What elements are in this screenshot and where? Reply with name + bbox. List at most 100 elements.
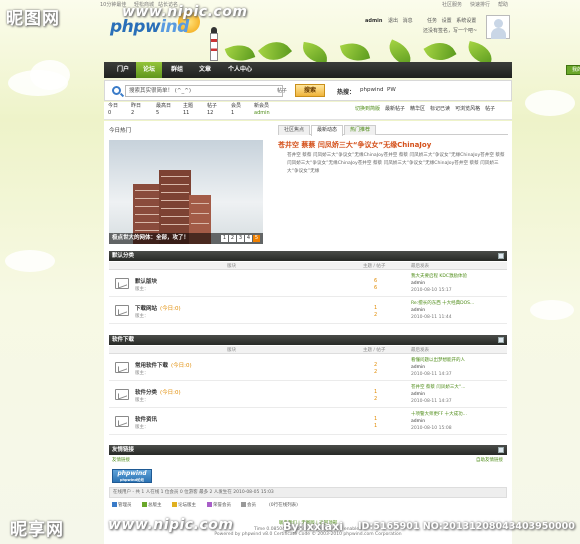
username-link[interactable]: admin [365, 18, 382, 24]
forum-moderator: 版主： [135, 287, 149, 292]
search-type-select[interactable]: 帖子 [277, 87, 287, 94]
legend-super-mod: 总版主 [142, 502, 162, 508]
last-post-title[interactable]: 苍井空 蔡蔡 闫凤娇三大“... [411, 384, 465, 391]
lighthouse-icon [208, 25, 220, 61]
last-post-title[interactable]: 十项警大师更FF 十大成功... [411, 411, 467, 418]
user-avatar[interactable] [486, 15, 510, 39]
search-button[interactable]: 搜索 [295, 84, 325, 97]
forum-row[interactable]: 常用软件下载 (今日:0) 版主： 2 2 看懂问题以出梦想能开的人 admin 20… [109, 355, 507, 381]
collapse-icon[interactable] [498, 337, 504, 343]
quick-channel-button[interactable]: 我的快捷通道 [566, 65, 580, 75]
logo-sub-text: ind [160, 17, 189, 37]
nav-user-center[interactable]: 个人中心 [222, 62, 258, 78]
main-content: 今日热门 极点世大的网体：全部，攻了！ 1 2 3 4 5 社区焦点 最新动态 … [104, 121, 512, 544]
legend-forum-mod: 论坛版主 [172, 502, 196, 508]
top-link[interactable]: 快速排行 [470, 1, 490, 8]
legend-online-list[interactable]: (0行在线列表) [269, 502, 298, 508]
featured-photo[interactable]: 极点世大的网体：全部，攻了！ 1 2 3 4 5 [109, 140, 263, 244]
last-post-user[interactable]: admin [411, 391, 465, 398]
category-title: 软件下载 [112, 337, 135, 343]
sublink-digest[interactable]: 精华区 [410, 106, 425, 112]
phpwind-logo-link[interactable]: phpwind phpwind论坛 [112, 469, 152, 483]
category-header[interactable]: 默认分类 [109, 251, 507, 261]
headline-link[interactable]: 苍井空 蔡蔡 闫凤娇三大“争议女”无缘ChinaJoy [278, 140, 431, 150]
user-link-tasks[interactable]: 任务 [427, 18, 437, 24]
self-service-link[interactable]: 自助友情链接 [476, 457, 503, 463]
nav-portal[interactable]: 门户 [110, 62, 136, 78]
forum-row[interactable]: 默认版块 版主： 6 6 我大夫要启程 KDC激励体验 admin 2010-08-… [109, 271, 507, 297]
last-post-user[interactable]: admin [411, 418, 467, 425]
tab-hot-recommend[interactable]: 热门推荐 [344, 125, 376, 135]
last-post-user[interactable]: admin [411, 307, 474, 314]
last-post-date: 2010-08-11 14:37 [411, 372, 452, 377]
sublink-new-posts[interactable]: 最新帖子 [385, 106, 405, 112]
nav-groups[interactable]: 群组 [164, 62, 190, 78]
forum-name: 常用软件下载 (今日:0) [135, 363, 192, 369]
sublink-posts[interactable]: 帖子 [485, 106, 495, 112]
forum-name: 默认版块 [135, 279, 158, 285]
forum-row[interactable]: 软件分类 (今日:0) 版主： 1 2 苍井空 蔡蔡 闫凤娇三大“... admin… [109, 382, 507, 408]
links-row: 友情链接 自助友情链接 [109, 456, 507, 466]
cloud-decoration [5, 250, 55, 272]
forum-name: 下载网站 (今日:0) [135, 306, 181, 312]
tab-community-focus[interactable]: 社区焦点 [278, 125, 310, 135]
hot-search-term[interactable]: phpwind [360, 87, 383, 93]
forum-status-icon [115, 278, 129, 289]
forum-row[interactable]: 软件资讯 版主： 1 1 十项警大师更FF 十大成功... admin 2010-0… [109, 409, 507, 435]
links-header[interactable]: 友情链接 [109, 445, 507, 455]
forum-posts: 6 [374, 285, 378, 291]
slide-page-3[interactable]: 3 [237, 235, 244, 242]
signature-prompt[interactable]: 还没有签名，写一个吧~ [423, 27, 477, 34]
slide-page-5[interactable]: 5 [253, 235, 260, 242]
collapse-icon[interactable] [498, 253, 504, 259]
nav-forum[interactable]: 论坛 [136, 62, 162, 78]
top-link[interactable]: 社区服务 [442, 1, 462, 8]
forum-last-post: 苍井空 蔡蔡 闫凤娇三大“... admin 2010-08-11 14:37 [411, 384, 465, 405]
tab-latest[interactable]: 最新动态 [311, 125, 343, 136]
last-post-title[interactable]: 看懂问题以出梦想能开的人 [411, 357, 465, 364]
forum-status-icon [115, 416, 129, 427]
forum-posts: 1 [374, 423, 378, 429]
sublink-simple-mode[interactable]: 切换到简版 [355, 106, 380, 112]
slide-page-1[interactable]: 1 [221, 235, 228, 242]
search-input[interactable]: 搜索其实很简单！ (^_^) [125, 85, 283, 97]
slide-page-2[interactable]: 2 [229, 235, 236, 242]
stat-today: 今日 0 [108, 103, 119, 116]
last-post-title[interactable]: Re:擅长的东西 十大经典DOS... [411, 300, 474, 307]
nav-articles[interactable]: 文章 [192, 62, 218, 78]
slide-page-4[interactable]: 4 [245, 235, 252, 242]
forum-moderator: 版主： [135, 425, 149, 430]
last-post-date: 2010-08-11 11:44 [411, 315, 452, 320]
forum-last-post: Re:擅长的东西 十大经典DOS... admin 2010-08-11 11:44 [411, 300, 474, 321]
user-link-messages[interactable]: 消息 [403, 18, 413, 24]
online-users-bar[interactable]: 在线用户 - 共 1 人在线 1 位会员 0 位游客 最多 2 人发生在 201… [109, 487, 507, 498]
stat-topics: 主题 11 [183, 103, 194, 116]
forum-topics: 2 [374, 362, 378, 368]
user-link-settings[interactable]: 设置 [442, 18, 452, 24]
hot-tabs: 社区焦点 最新动态 热门推荐 [278, 125, 508, 136]
site-logo[interactable]: phpwind [110, 17, 189, 41]
last-post-title[interactable]: 我大夫要启程 KDC激励体验 [411, 273, 467, 280]
watermark-url: www.nipic.com [122, 4, 248, 20]
forum-posts: 2 [374, 312, 378, 318]
main-nav: 门户 论坛 群组 文章 个人中心 我的快捷通道 [104, 62, 580, 78]
stat-new-member: 新会员 admin [254, 103, 270, 116]
hot-search-term[interactable]: PW [387, 87, 396, 93]
apply-link[interactable]: 友情链接 [112, 457, 130, 463]
collapse-icon[interactable] [498, 447, 504, 453]
user-link-logout[interactable]: 退出 [388, 18, 398, 24]
watermark-logo: 昵享网 [10, 520, 64, 540]
leaves-decoration [222, 34, 512, 68]
user-link-system[interactable]: 系统设置 [456, 18, 476, 24]
forum-last-post: 看懂问题以出梦想能开的人 admin 2010-08-11 14:37 [411, 357, 465, 378]
sublink-styles[interactable]: 可浏览风格 [455, 106, 480, 112]
watermark-credit: By:lxxiaxi [283, 520, 343, 533]
sublink-mark-read[interactable]: 标记已读 [430, 106, 450, 112]
forum-row[interactable]: 下载网站 (今日:0) 版主： 1 2 Re:擅长的东西 十大经典DOS... ad… [109, 298, 507, 324]
category-header[interactable]: 软件下载 [109, 335, 507, 345]
top-link[interactable]: 帮助 [498, 1, 508, 8]
last-post-user[interactable]: admin [411, 364, 465, 371]
category-title: 默认分类 [112, 253, 135, 259]
last-post-user[interactable]: admin [411, 280, 467, 287]
headline-summary: 苍井空 蔡蔡 闫凤娇三大“争议女”无缘ChinaJoy苍井空 蔡蔡 闫凤娇三大“… [287, 153, 505, 174]
